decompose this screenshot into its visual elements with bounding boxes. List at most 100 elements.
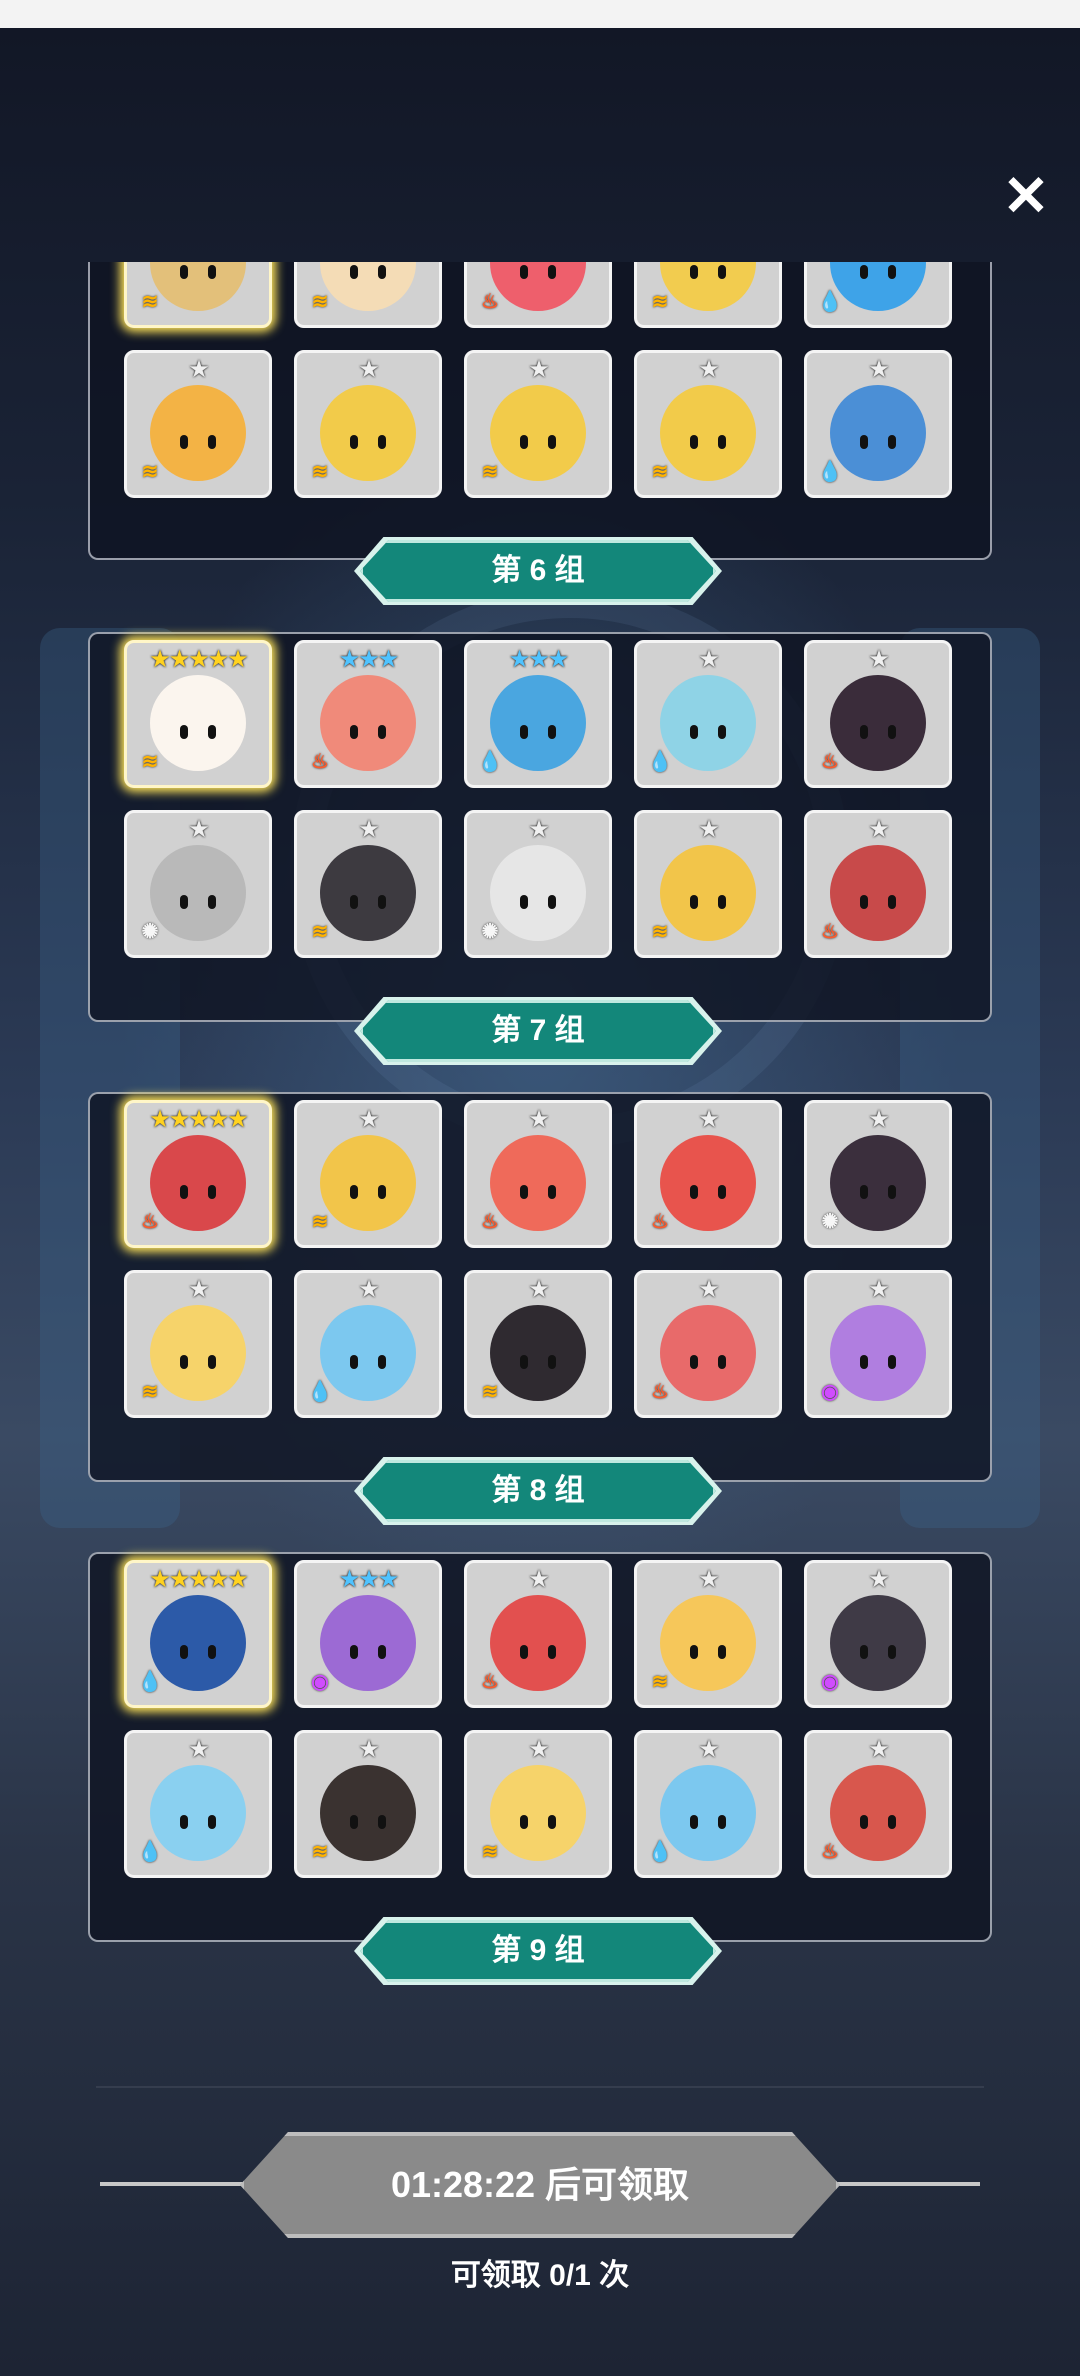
hero-portrait xyxy=(660,1594,756,1691)
hero-card[interactable]: ★★★ ♨ xyxy=(294,640,442,788)
hero-card[interactable]: ★♨ xyxy=(464,1100,612,1248)
hero-card[interactable]: ★≋ xyxy=(124,1270,272,1418)
group-list[interactable]: ★★★★★≋★★★≋★♨★≋★💧★≋★≋★≋★≋★💧第 6 组★★★★★≋★★★… xyxy=(0,262,1080,2102)
star-rating: ★★★★★ xyxy=(149,1566,249,1593)
hero-card[interactable]: ★★★★★≋ xyxy=(124,640,272,788)
star-rating: ★ xyxy=(698,1566,720,1593)
claim-line-left xyxy=(100,2182,250,2186)
hero-portrait xyxy=(320,1134,416,1231)
water-element-icon: 💧 xyxy=(817,461,843,483)
star-rating: ★ xyxy=(528,1106,550,1133)
hero-card[interactable]: ★★★★★ ♨ xyxy=(124,1100,272,1248)
hero-card[interactable]: ★≋ xyxy=(634,810,782,958)
fire-element-icon: ♨ xyxy=(141,1211,159,1233)
hero-card[interactable]: ★★★ 💧 xyxy=(464,640,612,788)
star-rating: ★ xyxy=(868,646,890,673)
hero-portrait xyxy=(150,384,246,481)
dark-element-icon: ◉ xyxy=(821,1671,839,1693)
fire-element-icon: ♨ xyxy=(821,751,839,773)
water-element-icon: 💧 xyxy=(307,1381,333,1403)
water-element-icon: 💧 xyxy=(647,1841,673,1863)
hero-card[interactable]: ★ ◉ xyxy=(804,1560,952,1708)
wind-element-icon: ≋ xyxy=(311,291,329,313)
hero-card[interactable]: ★♨ xyxy=(634,1100,782,1248)
hero-portrait xyxy=(320,844,416,941)
star-rating: ★ xyxy=(698,646,720,673)
hero-card[interactable]: ★≋ xyxy=(634,350,782,498)
hero-portrait xyxy=(320,1594,416,1691)
hero-portrait xyxy=(830,674,926,771)
hero-card[interactable]: ★≋ xyxy=(634,262,782,328)
hero-portrait xyxy=(150,844,246,941)
fire-element-icon: ♨ xyxy=(821,1841,839,1863)
claim-button[interactable]: 01:28:22 后可领取 xyxy=(240,2132,840,2238)
star-rating: ★ xyxy=(358,816,380,843)
hero-portrait xyxy=(150,1764,246,1861)
hero-card[interactable]: ★♨ xyxy=(634,1270,782,1418)
hero-card[interactable]: ★💧 xyxy=(804,350,952,498)
star-rating: ★ xyxy=(868,1566,890,1593)
hero-portrait xyxy=(830,1764,926,1861)
close-icon[interactable]: ✕ xyxy=(996,166,1056,226)
hero-portrait xyxy=(150,1304,246,1401)
star-rating: ★ xyxy=(188,1276,210,1303)
water-element-icon: 💧 xyxy=(477,751,503,773)
hero-portrait xyxy=(490,1594,586,1691)
wind-element-icon: ≋ xyxy=(481,1381,499,1403)
wind-element-icon: ≋ xyxy=(311,921,329,943)
hero-portrait xyxy=(660,1304,756,1401)
star-rating: ★ xyxy=(868,1276,890,1303)
hero-card[interactable]: ★ ◉ xyxy=(804,1270,952,1418)
hero-card[interactable]: ★≋ xyxy=(464,1730,612,1878)
star-rating: ★ xyxy=(528,1276,550,1303)
light-element-icon: ✺ xyxy=(481,921,499,943)
hero-card[interactable]: ★♨ xyxy=(804,810,952,958)
hero-portrait xyxy=(830,384,926,481)
star-rating: ★ xyxy=(528,356,550,383)
hero-portrait xyxy=(830,1134,926,1231)
hero-card[interactable]: ★💧 xyxy=(634,640,782,788)
hero-card[interactable]: ★💧 xyxy=(634,1730,782,1878)
dark-element-icon: ◉ xyxy=(311,1671,329,1693)
hero-card[interactable]: ★★★★★≋ xyxy=(124,262,272,328)
fire-element-icon: ♨ xyxy=(481,291,499,313)
hero-portrait xyxy=(490,1134,586,1231)
hero-card[interactable]: ★★★★★ 💧 xyxy=(124,1560,272,1708)
hero-card[interactable]: ★♨ xyxy=(804,1730,952,1878)
hero-card[interactable]: ★💧 xyxy=(124,1730,272,1878)
water-element-icon: 💧 xyxy=(137,1841,163,1863)
hero-card[interactable]: ★💧 xyxy=(804,262,952,328)
hero-card[interactable]: ★ ✺ xyxy=(124,810,272,958)
hero-card[interactable]: ★≋ xyxy=(294,1730,442,1878)
hero-card[interactable]: ★≋ xyxy=(634,1560,782,1708)
hero-portrait xyxy=(320,1304,416,1401)
hero-portrait xyxy=(490,384,586,481)
hero-card[interactable]: ★≋ xyxy=(464,1270,612,1418)
hero-card[interactable]: ★ ✺ xyxy=(464,810,612,958)
hero-card[interactable]: ★★★≋ xyxy=(294,262,442,328)
hero-card[interactable]: ★ ✺ xyxy=(804,1100,952,1248)
wind-element-icon: ≋ xyxy=(651,1671,669,1693)
star-rating: ★ xyxy=(868,1106,890,1133)
hero-portrait xyxy=(660,844,756,941)
hero-card[interactable]: ★≋ xyxy=(294,350,442,498)
star-rating: ★★★★★ xyxy=(149,1106,249,1133)
hero-card[interactable]: ★♨ xyxy=(464,1560,612,1708)
hero-card[interactable]: ★💧 xyxy=(294,1270,442,1418)
hero-card[interactable]: ★♨ xyxy=(804,640,952,788)
wind-element-icon: ≋ xyxy=(141,291,159,313)
hero-card[interactable]: ★★★ ◉ xyxy=(294,1560,442,1708)
light-element-icon: ✺ xyxy=(821,1211,839,1233)
hero-card[interactable]: ★≋ xyxy=(464,350,612,498)
wind-element-icon: ≋ xyxy=(311,1841,329,1863)
star-rating: ★★★ xyxy=(338,646,400,673)
hero-card[interactable]: ★♨ xyxy=(464,262,612,328)
hero-portrait xyxy=(320,384,416,481)
wind-element-icon: ≋ xyxy=(651,291,669,313)
claim-count-label: 可领取 0/1 次 xyxy=(450,2259,630,2292)
hero-card[interactable]: ★≋ xyxy=(294,1100,442,1248)
star-rating: ★ xyxy=(698,1106,720,1133)
hero-card[interactable]: ★≋ xyxy=(124,350,272,498)
hero-card[interactable]: ★≋ xyxy=(294,810,442,958)
group-label: 第 7 组 xyxy=(360,1000,716,1062)
